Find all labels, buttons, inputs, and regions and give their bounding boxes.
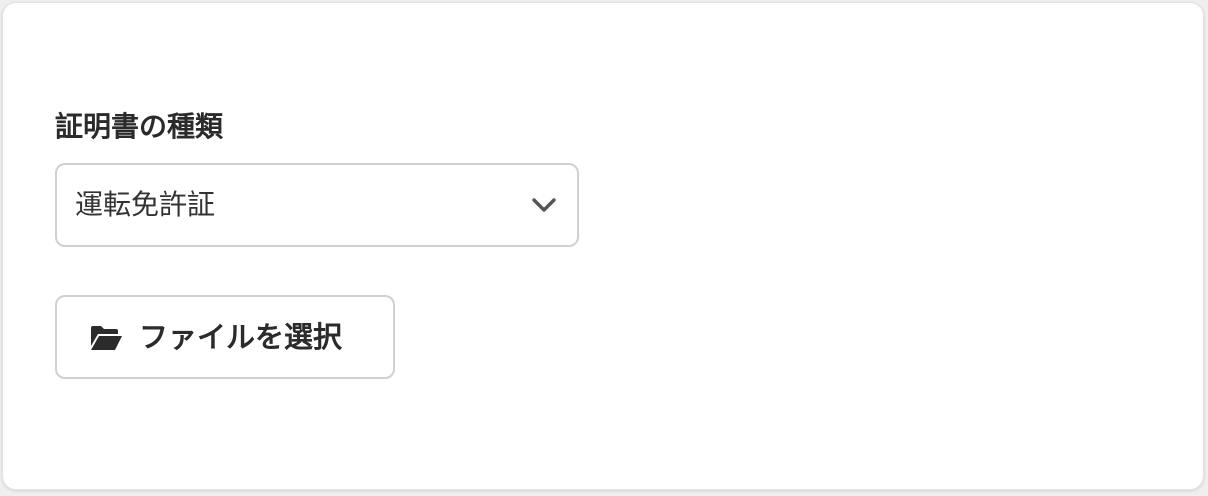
folder-open-icon	[91, 326, 122, 350]
chevron-down-icon	[532, 198, 556, 212]
document-type-select[interactable]: 運転免許証	[55, 163, 579, 247]
document-type-label: 証明書の種類	[55, 110, 224, 143]
document-type-selected-value: 運転免許証	[75, 188, 216, 221]
form-card: 証明書の種類 運転免許証 ファイルを選択	[2, 2, 1204, 490]
choose-file-label: ファイルを選択	[139, 320, 343, 354]
choose-file-button[interactable]: ファイルを選択	[55, 295, 395, 379]
